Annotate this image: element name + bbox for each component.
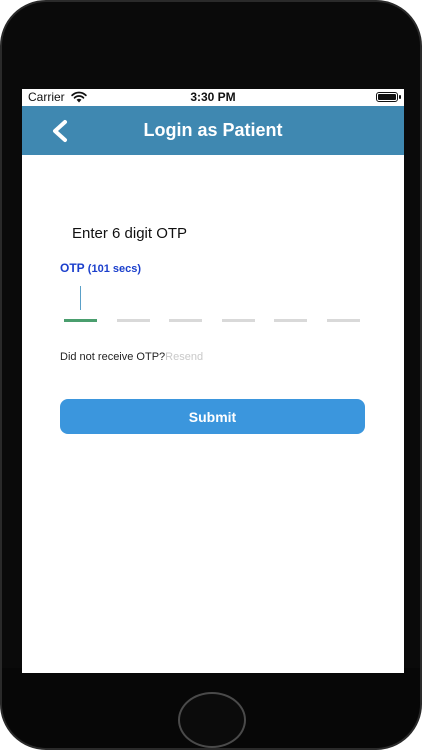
otp-heading: Enter 6 digit OTP bbox=[72, 225, 188, 242]
otp-digit-4[interactable] bbox=[222, 319, 255, 322]
phone-frame: Carrier 3:30 PM Login as Patient Enter 6… bbox=[0, 0, 422, 750]
status-time: 3:30 PM bbox=[190, 90, 236, 104]
submit-button[interactable]: Submit bbox=[60, 399, 365, 434]
otp-digit-3[interactable] bbox=[169, 319, 202, 322]
nav-bar: Login as Patient bbox=[22, 106, 404, 155]
battery-icon bbox=[376, 92, 398, 102]
page-title: Login as Patient bbox=[143, 120, 283, 140]
resend-link[interactable]: Resend bbox=[165, 351, 203, 363]
resend-row: Did not receive OTP?Resend bbox=[60, 351, 203, 363]
battery-tip bbox=[399, 95, 401, 99]
otp-digit-5[interactable] bbox=[274, 319, 307, 322]
otp-label: OTP (101 secs) bbox=[60, 261, 141, 275]
otp-timer: (101 secs) bbox=[87, 263, 142, 275]
resend-prompt: Did not receive OTP? bbox=[60, 351, 166, 363]
otp-digit-6[interactable] bbox=[327, 319, 360, 322]
app-screen: Carrier 3:30 PM Login as Patient Enter 6… bbox=[22, 89, 404, 673]
text-cursor bbox=[80, 286, 81, 310]
otp-digit-1[interactable] bbox=[64, 319, 97, 322]
otp-digit-2[interactable] bbox=[117, 319, 150, 322]
status-bar: Carrier 3:30 PM bbox=[22, 89, 404, 106]
otp-label-text: OTP bbox=[60, 261, 85, 275]
home-button[interactable] bbox=[178, 692, 246, 748]
